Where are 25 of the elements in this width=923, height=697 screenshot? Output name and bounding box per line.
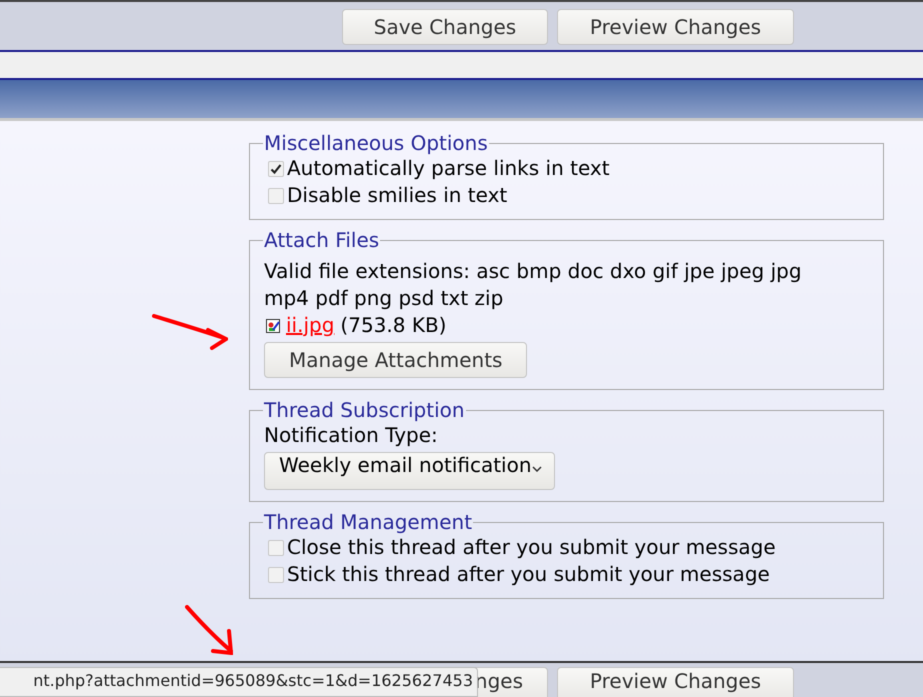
annotation-arrow (185, 605, 233, 655)
checkbox-label: Close this thread after you submit your message (287, 534, 776, 561)
file-extensions-text: Valid file extensions: asc bmp doc dxo gif jpe jpeg jpg mp4 pdf png psd txt zip (264, 258, 803, 312)
file-size: (753.8 KB) (340, 312, 446, 339)
checkbox[interactable] (268, 540, 284, 556)
checkbox-label: Stick this thread after you submit your message (287, 561, 770, 588)
form-button[interactable]: Preview Changes (557, 9, 794, 45)
group-title: Attach Files (263, 228, 380, 252)
manage-attachments-button[interactable]: Manage Attachments (264, 342, 528, 378)
group-title: Miscellaneous Options (263, 131, 489, 155)
file-link[interactable]: ii.jpg (286, 312, 334, 339)
link-status-tooltip: nt.php?attachmentid=965089&stc=1&d=1625627453 (0, 667, 478, 697)
group-title: Thread Subscription (263, 398, 466, 422)
checkbox[interactable] (268, 566, 284, 582)
form-button[interactable]: Save Changes (342, 9, 548, 45)
checkbox[interactable] (268, 160, 284, 176)
form-button[interactable]: Preview Changes (557, 667, 794, 697)
checkbox-label: Automatically parse links in text (287, 155, 610, 182)
checkbox-label: Disable smilies in text (287, 182, 508, 209)
field-label: Notification Type: (264, 422, 439, 449)
chevron-icon (532, 466, 542, 472)
image-file-icon (266, 318, 280, 332)
checkbox[interactable] (268, 188, 284, 204)
group-title: Thread Management (263, 510, 474, 534)
notification-type-select[interactable]: Weekly email notification (264, 452, 555, 490)
